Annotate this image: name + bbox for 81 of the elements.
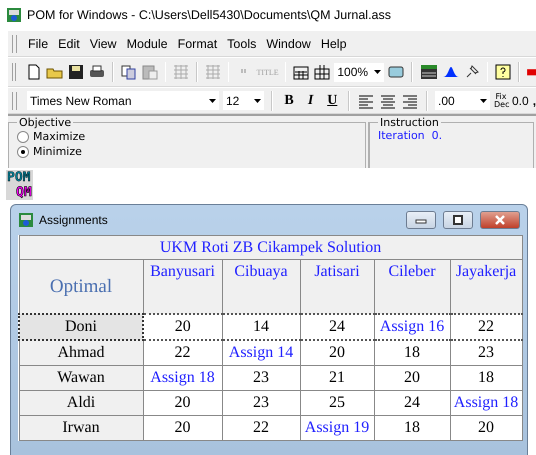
app-logo: POM QM: [6, 170, 33, 200]
row-header[interactable]: Irwan: [19, 416, 143, 440]
menu-item[interactable]: File: [23, 36, 54, 50]
radio-button[interactable]: [17, 130, 29, 142]
column-header: Cileber: [374, 260, 450, 314]
column-narrow-icon[interactable]: [313, 63, 332, 81]
table-cell[interactable]: 20: [143, 416, 222, 440]
menu-item[interactable]: Edit: [53, 36, 85, 50]
dropdown-arrow-icon[interactable]: [480, 98, 487, 102]
decimal-format-button[interactable]: 0.0: [512, 94, 529, 108]
row-header[interactable]: Ahmad: [19, 340, 143, 366]
dropdown-arrow-icon[interactable]: [374, 70, 382, 74]
close-icon: [494, 215, 506, 225]
italic-button[interactable]: I: [302, 92, 320, 108]
font-dropdown[interactable]: Times New Roman: [26, 91, 219, 110]
menu-item[interactable]: Help: [316, 36, 352, 50]
dropdown-arrow-icon[interactable]: [254, 98, 262, 102]
table-cell[interactable]: 25: [300, 390, 374, 416]
table-cell[interactable]: Assign 14: [222, 340, 300, 366]
table-cell[interactable]: 22: [450, 314, 522, 340]
menu-item[interactable]: Format: [172, 36, 222, 50]
maximize-icon: [452, 215, 464, 225]
table-cell[interactable]: 23: [450, 340, 522, 366]
minimize-button[interactable]: [406, 211, 436, 229]
table-cell[interactable]: 20: [450, 416, 522, 440]
decimals-dropdown[interactable]: .00: [435, 91, 490, 110]
table-cell[interactable]: 22: [143, 340, 222, 366]
table-cell[interactable]: 23: [222, 390, 300, 416]
table-cell[interactable]: 23: [222, 366, 300, 390]
column-header: Cibuaya: [222, 260, 300, 314]
help-icon[interactable]: [494, 63, 512, 81]
menu-item[interactable]: Module: [122, 36, 173, 50]
table-cell[interactable]: 18: [450, 366, 522, 390]
table-cell[interactable]: 18: [374, 416, 450, 440]
table-cell[interactable]: 20: [143, 314, 222, 340]
close-button[interactable]: [480, 211, 520, 229]
table-cell[interactable]: 21: [300, 366, 374, 390]
menu-item[interactable]: View: [84, 36, 122, 50]
maximize-button[interactable]: [443, 211, 473, 229]
dropdown-arrow-icon[interactable]: [208, 98, 216, 102]
fix-decimals-button[interactable]: Fix Dec: [494, 92, 508, 108]
objective-label: Objective: [18, 116, 72, 129]
row-header[interactable]: Doni: [19, 314, 143, 340]
corner-header: Optimal: [19, 260, 143, 314]
underline-button[interactable]: U: [323, 92, 342, 108]
radio-button[interactable]: [17, 146, 29, 158]
table-cell[interactable]: Assign 18: [143, 366, 222, 390]
copy-icon[interactable]: [120, 63, 138, 81]
table-cell[interactable]: 24: [374, 390, 450, 416]
table-cell[interactable]: 24: [300, 314, 374, 340]
zoom-dropdown[interactable]: 100%: [334, 62, 384, 82]
table-title: UKM Roti ZB Cikampek Solution: [19, 236, 522, 260]
radio-label[interactable]: Minimize: [33, 145, 82, 158]
row-header[interactable]: Wawan: [19, 366, 143, 390]
table-cell[interactable]: 20: [300, 340, 374, 366]
window-title: POM for Windows - C:\Users\Dell5430\Documents\QM Jurnal.ass: [27, 8, 391, 22]
instruction-label: Instruction: [379, 116, 440, 129]
column-header: Banyusari: [143, 260, 222, 314]
column-header: Jayakerja: [450, 260, 522, 314]
table-cell[interactable]: 14: [222, 314, 300, 340]
table-cell[interactable]: Assign 16: [374, 314, 450, 340]
bold-button[interactable]: B: [280, 92, 298, 108]
table-icon[interactable]: [418, 63, 439, 81]
table-cell[interactable]: 20: [143, 390, 222, 416]
instruction-text: Iteration 0.: [378, 129, 444, 142]
save-icon[interactable]: [66, 63, 85, 81]
row-header[interactable]: Aldi: [19, 390, 143, 416]
radio-label[interactable]: Maximize: [33, 130, 86, 143]
app-icon: [18, 212, 34, 228]
app-icon: [6, 7, 22, 23]
menu-item[interactable]: Tools: [222, 36, 262, 50]
table-cell[interactable]: 22: [222, 416, 300, 440]
column-header: Jatisari: [300, 260, 374, 314]
table-cell[interactable]: 20: [374, 366, 450, 390]
comma-button[interactable]: ,: [532, 94, 536, 108]
table-cell[interactable]: Assign 18: [450, 390, 522, 416]
child-window-title: Assignments: [39, 213, 109, 227]
table-cell[interactable]: Assign 19: [300, 416, 374, 440]
font-size-dropdown[interactable]: 12: [222, 91, 264, 110]
table-cell[interactable]: 18: [374, 340, 450, 366]
menu-item[interactable]: Window: [261, 36, 316, 50]
